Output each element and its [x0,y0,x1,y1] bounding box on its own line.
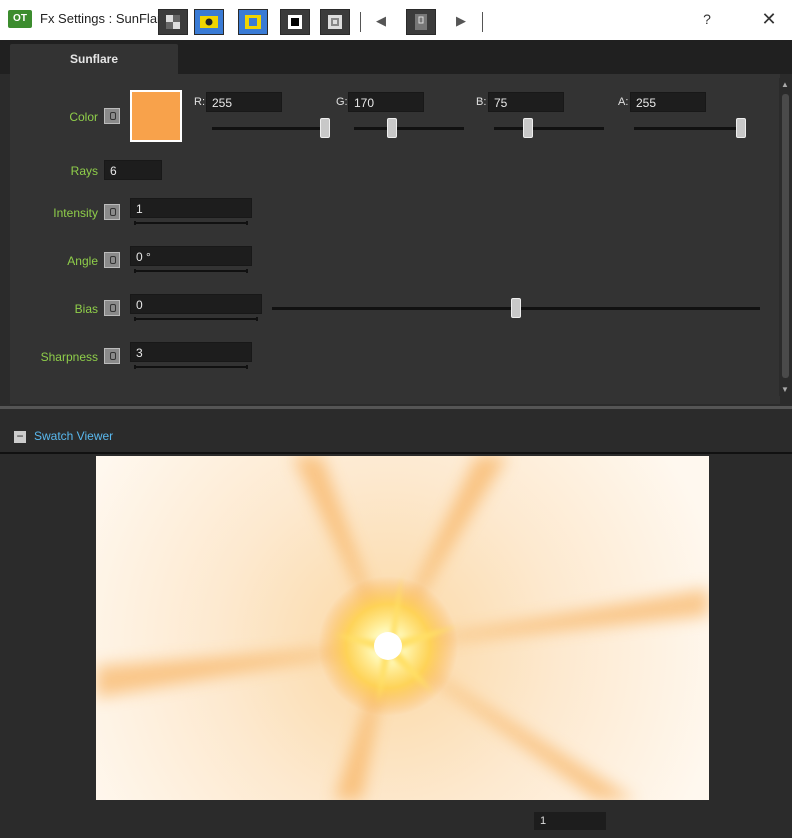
last-frame-button[interactable]: I▶ [616,9,646,35]
intensity-keyframe-icon[interactable] [104,204,120,220]
green-field[interactable]: 170 [348,92,424,112]
color-keyframe-icon[interactable] [104,108,120,124]
checkerboard-toggle[interactable] [158,9,188,35]
previous-key-icon: ◀ [376,13,386,28]
toolbar-separator [482,12,483,32]
frame-number-field[interactable]: 1 [534,812,606,830]
white-bg-icon [328,15,342,29]
last-frame-icon: I▶ [624,13,638,28]
sharpness-field[interactable]: 3 [130,342,252,362]
blue-slider-track[interactable] [494,127,604,130]
key-icon [415,14,427,30]
sharpness-keyframe-icon[interactable] [104,348,120,364]
panel-splitter[interactable] [0,406,792,409]
bias-slider-thumb[interactable] [511,298,521,318]
flare-center [374,632,402,660]
toolbar-separator [360,12,361,32]
bias-keyframe-icon[interactable] [104,300,120,316]
tab-sunflare[interactable]: Sunflare [10,44,178,74]
viewer-toolbar [0,800,792,838]
green-channel-label: G: [336,96,348,108]
rays-label: Rays [70,164,98,178]
bias-field[interactable]: 0 [130,294,262,314]
tab-strip: Sunflare [0,40,792,74]
alpha-channel-label: A: [618,96,629,108]
white-background-toggle[interactable] [320,9,350,35]
alpha-slider-thumb[interactable] [736,118,746,138]
settings-scrollbar[interactable]: ▲ ▼ [779,78,792,396]
angle-range-line [134,269,248,273]
swatch-viewer-header: − Swatch Viewer [0,422,792,452]
set-key-button[interactable] [406,9,436,35]
checkerboard-icon [166,15,180,29]
blue-field[interactable]: 75 [488,92,564,112]
blue-channel-label: B: [476,96,487,108]
red-slider-track[interactable] [212,127,330,130]
camera-frame-icon [245,15,261,29]
alpha-slider-track[interactable] [634,127,746,130]
color-swatch[interactable] [130,90,182,142]
red-channel-label: R: [194,96,205,108]
black-background-toggle[interactable] [280,9,310,35]
green-slider-track[interactable] [354,127,464,130]
angle-label: Angle [67,254,98,268]
red-field[interactable]: 255 [206,92,282,112]
blue-slider-thumb[interactable] [523,118,534,138]
next-key-icon: ▶ [456,13,466,28]
sharpness-label: Sharpness [40,350,98,364]
red-slider-thumb[interactable] [320,118,330,138]
sunflare-preview [96,456,709,800]
angle-field[interactable]: 0 ° [130,246,252,266]
preview-toggle[interactable] [194,9,224,35]
next-key-button[interactable]: ▶ [446,9,476,35]
help-button[interactable]: ? [696,8,718,30]
title-bar: OT Fx Settings : SunFlare01 ? ✕ [0,0,792,40]
green-slider-thumb[interactable] [387,118,398,138]
first-frame-icon: ◀I [504,13,518,28]
app-icon: OT [8,10,32,28]
camera-view-toggle[interactable] [238,9,268,35]
rays-field[interactable]: 6 [104,160,162,180]
swatch-viewer-title[interactable]: Swatch Viewer [34,429,113,443]
scroll-down-icon[interactable]: ▼ [781,385,789,394]
intensity-range-line [134,221,248,225]
previous-key-button[interactable]: ◀ [366,9,396,35]
eye-icon [200,16,218,28]
bias-label: Bias [74,302,98,316]
intensity-label: Intensity [53,206,98,220]
alpha-field[interactable]: 255 [630,92,706,112]
scroll-up-icon[interactable]: ▲ [781,80,789,89]
bias-range-line [134,317,258,321]
black-bg-icon [288,15,302,29]
swatch-viewer-divider [0,452,792,454]
color-label: Color [69,110,98,124]
angle-keyframe-icon[interactable] [104,252,120,268]
intensity-field[interactable]: 1 [130,198,252,218]
close-button[interactable]: ✕ [756,7,782,31]
sharpness-range-line [134,365,248,369]
scrollbar-thumb[interactable] [782,94,789,378]
first-frame-button[interactable]: ◀I [496,9,526,35]
collapse-button[interactable]: − [14,430,26,443]
swatch-viewer-canvas[interactable] [96,456,709,800]
